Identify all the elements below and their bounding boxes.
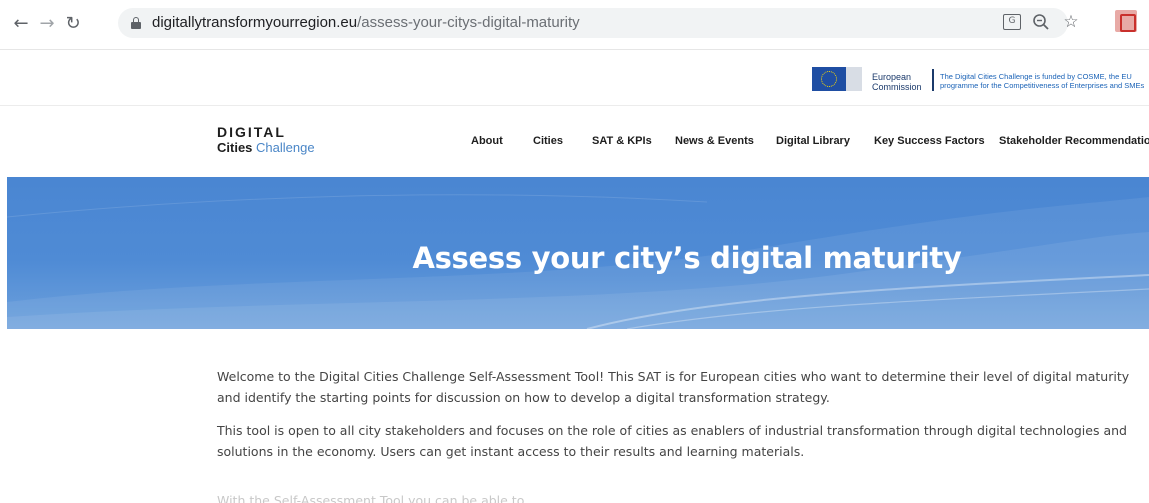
reload-icon[interactable]: ↻ — [60, 10, 86, 36]
logo-top: DIGITAL — [217, 124, 286, 140]
intro-paragraph: This tool is open to all city stakeholde… — [217, 423, 1127, 459]
translate-icon[interactable]: G — [1001, 11, 1023, 33]
nav-news-events[interactable]: News & Events — [675, 135, 754, 147]
logo-word-challenge: Challenge — [256, 140, 315, 155]
eu-funding-banner: European Commission The Digital Cities C… — [0, 51, 1149, 106]
url-host: digitallytransformyourregion.eu — [152, 14, 358, 31]
commission-line2: Commission — [872, 82, 922, 92]
nav-stakeholder-recommendations[interactable]: Stakeholder Recommendations — [999, 135, 1149, 147]
ec-divider — [932, 69, 934, 91]
nav-sat-kpis[interactable]: SAT & KPIs — [592, 135, 652, 147]
site-logo[interactable]: DIGITAL Cities Challenge — [217, 124, 315, 156]
back-arrow-icon[interactable]: ← — [8, 10, 34, 36]
intro-content: Welcome to the Digital Cities Challenge … — [217, 366, 1147, 462]
hero-banner: Assess your city’s digital maturity — [7, 177, 1149, 329]
address-bar[interactable]: digitallytransformyourregion.eu/assess-y… — [118, 8, 1068, 38]
lock-icon[interactable] — [131, 17, 141, 29]
nav-about[interactable]: About — [471, 135, 503, 147]
nav-cities[interactable]: Cities — [533, 135, 563, 147]
funding-line2: programme for the Competitiveness of Ent… — [940, 81, 1145, 90]
url-text[interactable]: digitallytransformyourregion.eu/assess-y… — [152, 14, 580, 31]
intro-paragraph: Welcome to the Digital Cities Challenge … — [217, 369, 1130, 405]
logo-bottom: Cities Challenge — [217, 140, 315, 156]
browser-toolbar: ← → ↻ digitallytransformyourregion.eu/as… — [0, 0, 1149, 50]
nav-key-success-factors[interactable]: Key Success Factors — [874, 135, 985, 147]
funding-line1: The Digital Cities Challenge is funded b… — [940, 72, 1132, 81]
page-title: Assess your city’s digital maturity — [412, 241, 962, 275]
pdf-extension-icon[interactable] — [1115, 10, 1137, 32]
eu-flag-band — [846, 67, 862, 91]
intro-paragraph-partial: With the Self-Assessment Tool you can be… — [217, 493, 525, 503]
european-commission-logo[interactable]: European Commission — [872, 72, 922, 92]
forward-arrow-icon[interactable]: → — [34, 10, 60, 36]
funding-note: The Digital Cities Challenge is funded b… — [940, 72, 1145, 90]
site-header: DIGITAL Cities Challenge About Cities SA… — [0, 107, 1149, 177]
star-icon[interactable]: ☆ — [1060, 11, 1082, 33]
nav-digital-library[interactable]: Digital Library — [776, 135, 850, 147]
zoom-icon[interactable] — [1030, 11, 1052, 33]
eu-flag-icon — [812, 67, 846, 91]
logo-word-cities: Cities — [217, 140, 253, 155]
url-path: /assess-your-citys-digital-maturity — [357, 14, 580, 31]
commission-line1: European — [872, 72, 912, 82]
